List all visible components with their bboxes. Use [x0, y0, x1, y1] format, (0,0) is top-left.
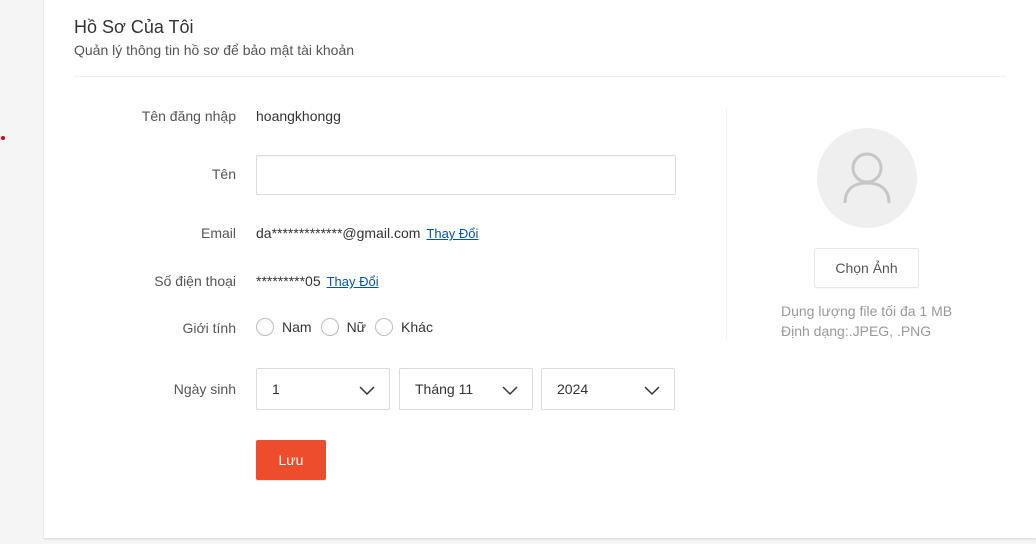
gender-option-label: Nữ: [346, 319, 367, 335]
choose-image-button[interactable]: Chọn Ảnh: [814, 248, 919, 288]
username-label: Tên đăng nhập: [141, 108, 236, 124]
chevron-down-icon: [644, 386, 660, 396]
year-select-value: 2024: [557, 381, 589, 397]
month-select-value: Tháng 11: [415, 381, 474, 397]
phone-change-link[interactable]: Thay Đổi: [327, 274, 379, 289]
gender-label: Giới tính: [182, 320, 236, 336]
header-divider: [74, 76, 1006, 77]
year-select[interactable]: 2024: [541, 368, 675, 410]
gender-radio-group: Nam Nữ Khác: [256, 318, 442, 336]
gender-option-label: Khác: [401, 319, 433, 335]
name-input[interactable]: [256, 155, 676, 195]
save-button[interactable]: Lưu: [256, 440, 326, 480]
gender-option-other[interactable]: Khác: [375, 318, 433, 336]
column-divider: [726, 108, 727, 340]
phone-label: Số điện thoại: [154, 273, 236, 289]
email-row: da*************@gmail.com Thay Đổi: [256, 225, 478, 241]
day-select[interactable]: 1: [256, 368, 390, 410]
file-format-info: Định dạng:.JPEG, .PNG: [781, 323, 932, 339]
name-label: Tên: [211, 166, 236, 182]
radio-circle[interactable]: [320, 318, 339, 336]
profile-header: Hồ Sơ Của Tôi Quản lý thông tin hồ sơ để…: [74, 15, 354, 59]
file-requirements: Dụng lượng file tối đa 1 MB Định dạng:.J…: [781, 301, 952, 341]
birthday-label: Ngày sinh: [173, 381, 236, 397]
email-value: da*************@gmail.com: [256, 225, 421, 241]
file-size-limit: Dụng lượng file tối đa 1 MB: [781, 303, 953, 319]
day-select-value: 1: [272, 381, 280, 397]
page-title: Hồ Sơ Của Tôi: [74, 17, 194, 37]
radio-circle[interactable]: [256, 318, 274, 336]
gender-option-female[interactable]: Nữ: [320, 318, 367, 336]
email-change-link[interactable]: Thay Đổi: [426, 226, 478, 241]
chevron-down-icon: [359, 386, 375, 396]
month-select[interactable]: Tháng 11: [399, 368, 533, 410]
chevron-down-icon: [502, 386, 518, 396]
gender-option-label: Nam: [282, 319, 312, 335]
profile-card: Hồ Sơ Của Tôi Quản lý thông tin hồ sơ để…: [44, 0, 1036, 538]
phone-value: *********05: [256, 273, 321, 289]
username-value: hoangkhongg: [256, 108, 341, 124]
sidebar-indicator-dot: [1, 136, 5, 140]
radio-circle[interactable]: [375, 318, 394, 336]
email-label: Email: [200, 225, 236, 241]
avatar: [817, 128, 917, 228]
user-icon: [843, 152, 891, 204]
page-subtitle: Quản lý thông tin hồ sơ để bảo mật tài k…: [74, 42, 355, 58]
phone-row: *********05 Thay Đổi: [256, 273, 379, 289]
gender-option-male[interactable]: Nam: [256, 318, 312, 336]
